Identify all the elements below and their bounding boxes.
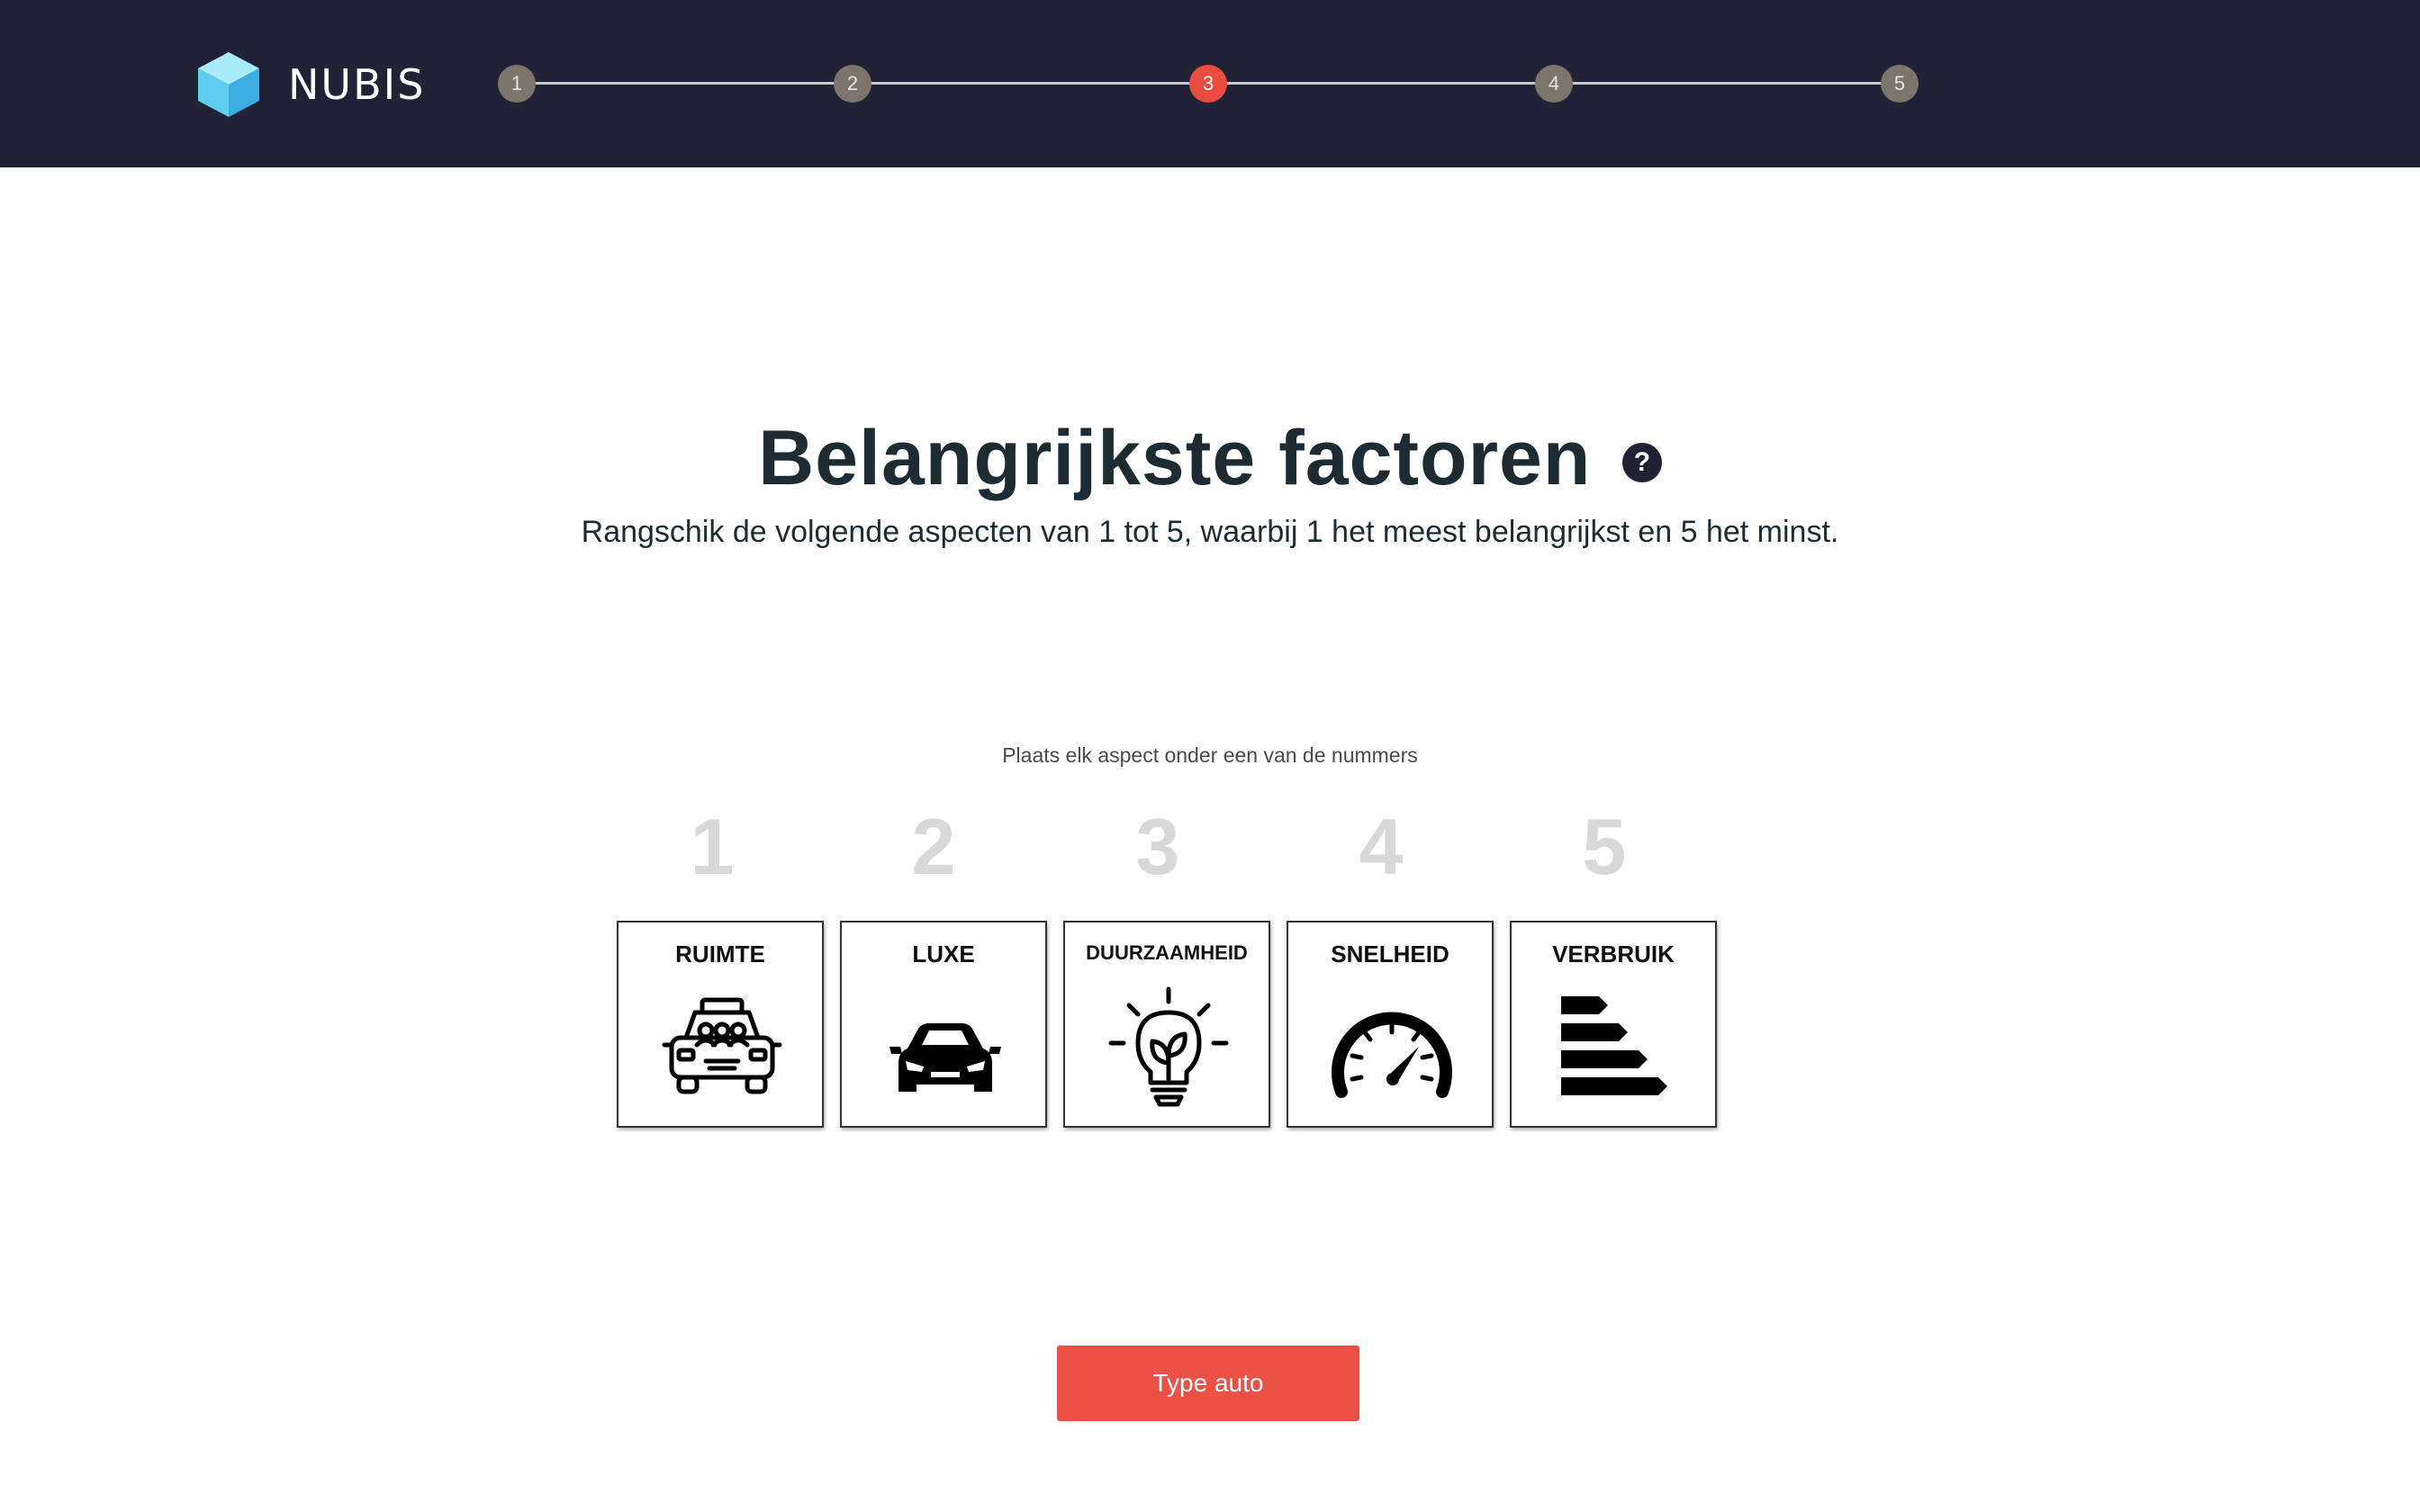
rank-number-1: 1 [690,802,735,891]
step-5[interactable]: 5 [1881,65,1919,103]
aspect-card-luxe[interactable]: LUXE [840,921,1047,1128]
aspect-card-ruimte[interactable]: RUIMTE [617,921,824,1128]
aspect-label-duurzaamheid: DUURZAAMHEID [1086,941,1248,964]
aspect-card-snelheid[interactable]: SNELHEID [1287,921,1494,1128]
progress-stepper: 1 2 3 4 5 [498,65,1919,103]
logo-text: NUBIS [288,60,426,109]
aspect-label-snelheid: SNELHEID [1331,940,1449,968]
rank-number-3: 3 [1135,802,1180,891]
title-row: Belangrijkste factoren ? [0,414,2420,503]
taxi-passengers-icon [659,986,785,1112]
rank-number-2: 2 [911,802,956,891]
energy-label-icon [1552,986,1678,1112]
next-step-button[interactable]: Type auto [1057,1346,1359,1421]
cube-logo-icon [196,50,261,119]
step-3-current[interactable]: 3 [1189,65,1227,103]
rank-number-5: 5 [1582,802,1627,891]
top-bar: NUBIS 1 2 3 4 5 [0,0,2420,167]
step-1[interactable]: 1 [498,65,536,103]
step-2[interactable]: 2 [834,65,871,103]
sports-car-icon [882,986,1008,1112]
aspect-card-duurzaamheid[interactable]: DUURZAAMHEID [1063,921,1270,1128]
speedometer-icon [1329,986,1455,1112]
eco-lightbulb-icon [1106,986,1232,1112]
page-title: Belangrijkste factoren [758,415,1592,501]
aspect-label-verbruik: VERBRUIK [1552,940,1675,968]
help-icon[interactable]: ? [1621,442,1662,482]
step-4[interactable]: 4 [1535,65,1573,103]
aspect-label-ruimte: RUIMTE [675,940,765,968]
logo[interactable]: NUBIS [196,50,425,119]
page-subtitle: Rangschik de volgende aspecten van 1 tot… [581,515,1839,549]
rank-number-4: 4 [1359,802,1404,891]
aspect-label-luxe: LUXE [912,940,975,968]
aspect-card-verbruik[interactable]: VERBRUIK [1510,921,1717,1128]
instruction-text: Plaats elk aspect onder een van de numme… [1002,743,1418,767]
